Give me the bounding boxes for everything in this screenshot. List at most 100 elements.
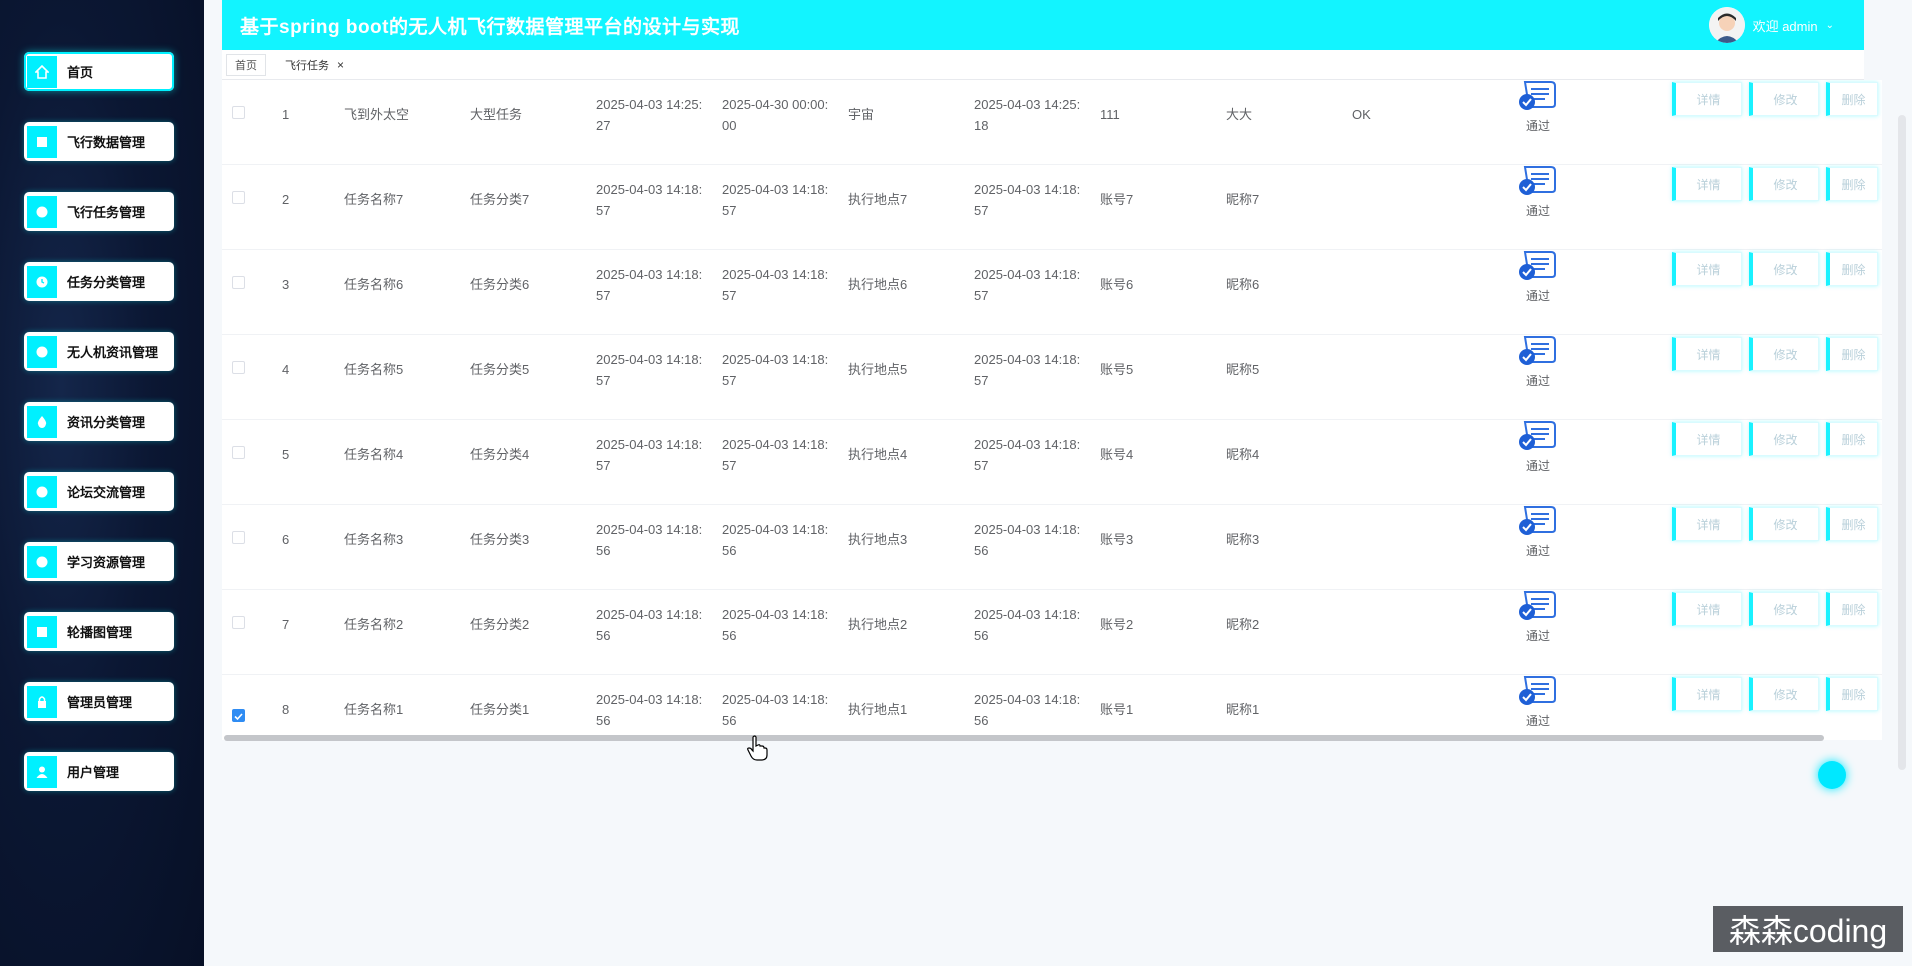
row-checkbox[interactable] xyxy=(232,616,245,629)
sidebar-item-4[interactable]: 无人机资讯管理 xyxy=(24,332,174,371)
edit-button[interactable]: 修改 xyxy=(1749,167,1819,201)
nickname: 昵称7 xyxy=(1226,192,1260,207)
table-row[interactable]: 2 任务名称7 任务分类7 2025-04-03 14:18: 57 2025-04-03… xyxy=(222,165,1882,250)
sidebar-item-8[interactable]: 轮播图管理 xyxy=(24,612,174,651)
delete-button[interactable]: 删除 xyxy=(1826,422,1878,456)
watermark: 森森coding xyxy=(1713,906,1903,952)
edit-button[interactable]: 修改 xyxy=(1749,677,1819,711)
detail-button[interactable]: 详情 xyxy=(1672,507,1742,541)
row-index: 7 xyxy=(282,617,290,632)
end-time-line1: 2025-04-03 14:18: xyxy=(722,692,829,707)
created-time-line2: 18 xyxy=(974,118,989,133)
created-time: 2025-04-03 14:18: 57 xyxy=(974,434,1084,476)
sidebar-item-1[interactable]: 飞行数据管理 xyxy=(24,122,174,161)
delete-button[interactable]: 删除 xyxy=(1826,677,1878,711)
end-time-line2: 57 xyxy=(722,458,737,473)
end-time-line1: 2025-04-03 14:18: xyxy=(722,522,829,537)
sidebar-item-label: 用户管理 xyxy=(67,765,120,780)
sidebar-item-5[interactable]: 资讯分类管理 xyxy=(24,402,174,441)
table-row[interactable]: 8 任务名称1 任务分类1 2025-04-03 14:18: 56 2025-04-03… xyxy=(222,675,1882,740)
detail-button[interactable]: 详情 xyxy=(1672,252,1742,286)
edit-button[interactable]: 修改 xyxy=(1749,82,1819,116)
horizontal-scrollbar[interactable] xyxy=(224,735,1824,741)
chevron-down-icon[interactable]: ⌄ xyxy=(1826,20,1834,31)
edit-button[interactable]: 修改 xyxy=(1749,592,1819,626)
start-time: 2025-04-03 14:18: 57 xyxy=(596,434,706,476)
sidebar-item-label: 无人机资讯管理 xyxy=(67,345,159,360)
delete-button[interactable]: 删除 xyxy=(1826,82,1878,116)
created-time-line1: 2025-04-03 14:18: xyxy=(974,352,1081,367)
table-row[interactable]: 6 任务名称3 任务分类3 2025-04-03 14:18: 56 2025-04-03… xyxy=(222,505,1882,590)
detail-button[interactable]: 详情 xyxy=(1672,592,1742,626)
row-checkbox[interactable] xyxy=(232,106,245,119)
table-row[interactable]: 5 任务名称4 任务分类4 2025-04-03 14:18: 57 2025-04-03… xyxy=(222,420,1882,505)
top-header: 基于spring boot的无人机飞行数据管理平台的设计与实现 欢迎 admin… xyxy=(222,0,1864,50)
user-menu[interactable]: 欢迎 admin ⌄ xyxy=(1708,7,1834,43)
row-checkbox[interactable] xyxy=(232,276,245,289)
delete-button[interactable]: 删除 xyxy=(1826,507,1878,541)
review-status: 通过 xyxy=(1508,250,1568,304)
execute-place: 执行地点4 xyxy=(848,447,908,462)
row-checkbox[interactable] xyxy=(232,531,245,544)
table-row[interactable]: 1 飞到外太空 大型任务 2025-04-03 14:25: 27 2025-04-30 … xyxy=(222,80,1882,165)
edit-button[interactable]: 修改 xyxy=(1749,422,1819,456)
start-time: 2025-04-03 14:18: 57 xyxy=(596,264,706,306)
row-checkbox[interactable] xyxy=(232,361,245,374)
table-row[interactable]: 4 任务名称5 任务分类5 2025-04-03 14:18: 57 2025-04-03… xyxy=(222,335,1882,420)
detail-button[interactable]: 详情 xyxy=(1672,337,1742,371)
delete-button[interactable]: 删除 xyxy=(1826,337,1878,371)
start-time-line2: 27 xyxy=(596,118,611,133)
nickname: 昵称1 xyxy=(1226,702,1260,717)
sidebar-item-10[interactable]: 用户管理 xyxy=(24,752,174,791)
detail-button[interactable]: 详情 xyxy=(1672,82,1742,116)
avatar[interactable] xyxy=(1708,7,1745,43)
task-name: 飞到外太空 xyxy=(344,107,410,122)
created-time: 2025-04-03 14:25: 18 xyxy=(974,94,1084,136)
created-time-line2: 56 xyxy=(974,713,989,728)
start-time: 2025-04-03 14:18: 56 xyxy=(596,519,706,561)
data-table: 1 飞到外太空 大型任务 2025-04-03 14:25: 27 2025-04-30 … xyxy=(222,80,1882,740)
nickname: 昵称5 xyxy=(1226,362,1260,377)
welcome-text: 欢迎 admin xyxy=(1752,18,1818,34)
account: 账号2 xyxy=(1100,617,1134,632)
review-status: 通过 xyxy=(1508,675,1568,729)
delete-button[interactable]: 删除 xyxy=(1826,252,1878,286)
tab-home[interactable]: 首页 xyxy=(226,54,266,76)
status-text: 通过 xyxy=(1525,119,1550,133)
edit-button[interactable]: 修改 xyxy=(1749,507,1819,541)
status-document-icon xyxy=(1508,250,1568,285)
row-checkbox[interactable] xyxy=(232,709,245,722)
execute-place: 执行地点1 xyxy=(848,702,908,717)
execute-place: 宇宙 xyxy=(848,107,875,122)
row-checkbox[interactable] xyxy=(232,446,245,459)
start-time-line1: 2025-04-03 14:18: xyxy=(596,352,703,367)
edit-button[interactable]: 修改 xyxy=(1749,252,1819,286)
row-index: 4 xyxy=(282,362,290,377)
detail-button[interactable]: 详情 xyxy=(1672,422,1742,456)
status-text: 通过 xyxy=(1525,374,1550,388)
status-document-icon xyxy=(1508,590,1568,625)
pagination-current-page[interactable] xyxy=(1818,761,1846,789)
sidebar-item-6[interactable]: 论坛交流管理 xyxy=(24,472,174,511)
sidebar-item-3[interactable]: 任务分类管理 xyxy=(24,262,174,301)
sidebar-item-0[interactable]: 首页 xyxy=(24,52,174,91)
delete-button[interactable]: 删除 xyxy=(1826,167,1878,201)
tab-label: 飞行任务 xyxy=(285,60,329,72)
sidebar-item-label: 资讯分类管理 xyxy=(67,415,146,430)
row-checkbox[interactable] xyxy=(232,191,245,204)
sidebar-item-9[interactable]: 管理员管理 xyxy=(24,682,174,721)
detail-button[interactable]: 详情 xyxy=(1672,167,1742,201)
table-row[interactable]: 7 任务名称2 任务分类2 2025-04-03 14:18: 56 2025-04-03… xyxy=(222,590,1882,675)
table-row[interactable]: 3 任务名称6 任务分类6 2025-04-03 14:18: 57 2025-04-03… xyxy=(222,250,1882,335)
start-time-line2: 57 xyxy=(596,288,611,303)
tab-flight-task[interactable]: 飞行任务 × xyxy=(276,54,354,76)
sidebar-item-7[interactable]: 学习资源管理 xyxy=(24,542,174,581)
delete-button[interactable]: 删除 xyxy=(1826,592,1878,626)
vertical-scrollbar[interactable] xyxy=(1898,115,1906,770)
end-time: 2025-04-30 00:00: 00 xyxy=(722,94,832,136)
close-icon[interactable]: × xyxy=(337,58,344,72)
detail-button[interactable]: 详情 xyxy=(1672,677,1742,711)
start-time-line1: 2025-04-03 14:18: xyxy=(596,182,703,197)
edit-button[interactable]: 修改 xyxy=(1749,337,1819,371)
sidebar-item-2[interactable]: 飞行任务管理 xyxy=(24,192,174,231)
